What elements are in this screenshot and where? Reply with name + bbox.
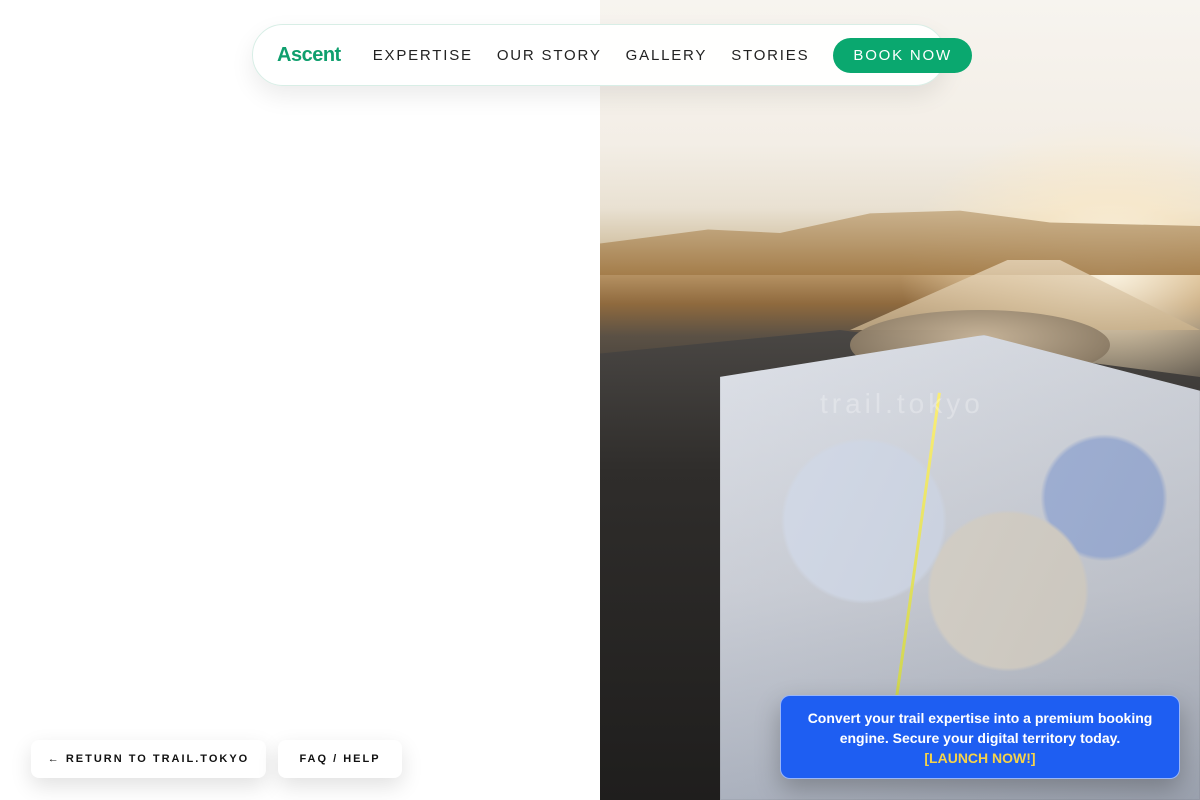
nav-link-our-story[interactable]: OUR STORY bbox=[497, 47, 602, 64]
nav-link-stories[interactable]: STORIES bbox=[731, 47, 809, 64]
promo-text: Convert your trail expertise into a prem… bbox=[807, 710, 1153, 746]
promo-banner[interactable]: Convert your trail expertise into a prem… bbox=[780, 695, 1180, 779]
book-now-button[interactable]: BOOK NOW bbox=[833, 37, 972, 73]
nav-links: EXPERTISE OUR STORY GALLERY STORIES bbox=[373, 47, 810, 64]
brand-logo[interactable]: Ascent bbox=[277, 44, 341, 67]
return-to-trail-button[interactable]: ← RETURN TO TRAIL.TOKYO bbox=[31, 740, 266, 778]
hero-watermark: trail.tokyo bbox=[820, 388, 984, 419]
nav-link-expertise[interactable]: EXPERTISE bbox=[373, 47, 473, 64]
launch-now-link[interactable]: [LAUNCH NOW!] bbox=[799, 748, 1161, 768]
nav-link-gallery[interactable]: GALLERY bbox=[626, 47, 708, 64]
top-nav: Ascent EXPERTISE OUR STORY GALLERY STORI… bbox=[252, 24, 972, 86]
faq-help-button[interactable]: FAQ / HELP bbox=[278, 740, 402, 778]
